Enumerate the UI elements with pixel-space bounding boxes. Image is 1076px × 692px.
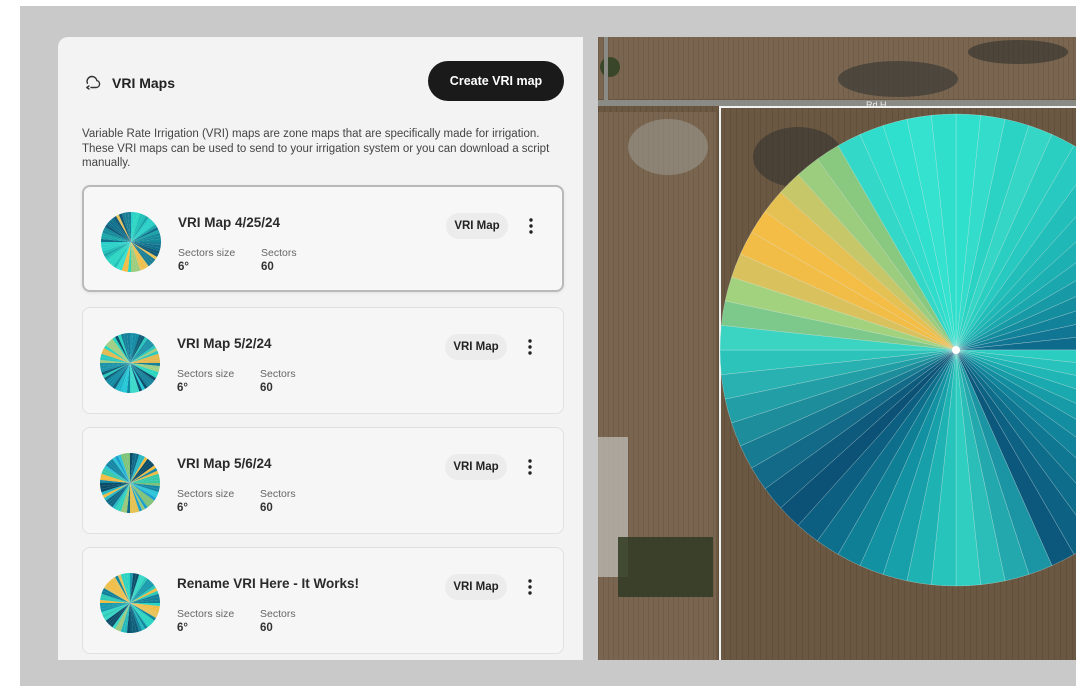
more-vertical-icon[interactable] xyxy=(521,454,539,480)
sectors-label: Sectors xyxy=(261,247,297,259)
map-canvas: Rd H xyxy=(598,37,1076,660)
panel-description: Variable Rate Irrigation (VRI) maps are … xyxy=(82,128,550,169)
pivot-center xyxy=(952,346,960,354)
sectors-size-value: 6° xyxy=(177,502,188,514)
vri-map-thumbnail xyxy=(99,452,161,514)
vri-map-badge: VRI Map xyxy=(445,334,507,360)
sectors-label: Sectors xyxy=(260,368,296,380)
cloud-refresh-icon xyxy=(82,73,102,93)
vri-map-badge: VRI Map xyxy=(446,213,508,239)
sectors-size-value: 6° xyxy=(177,382,188,394)
sectors-size-value: 6° xyxy=(178,261,189,273)
vri-map-thumbnail xyxy=(99,332,161,394)
more-vertical-icon[interactable] xyxy=(521,334,539,360)
sectors-size-label: Sectors size xyxy=(178,247,236,259)
vri-map-card[interactable]: VRI Map 5/2/24 Sectors size 6° Sectors 6… xyxy=(82,307,564,414)
bare-patch xyxy=(628,119,708,175)
vri-map-name: VRI Map 5/6/24 xyxy=(177,456,272,471)
panel-header: VRI Maps xyxy=(82,73,175,93)
sectors-label: Sectors xyxy=(260,488,296,500)
terrain-patch xyxy=(838,61,958,97)
vri-maps-panel: VRI Maps Create VRI map Variable Rate Ir… xyxy=(58,37,583,660)
create-vri-map-button[interactable]: Create VRI map xyxy=(428,61,564,101)
road-label: Rd H xyxy=(866,100,887,110)
tree-cluster xyxy=(618,537,713,597)
more-vertical-icon[interactable] xyxy=(522,213,540,239)
sectors-label: Sectors xyxy=(260,608,296,620)
sectors-size-label: Sectors size xyxy=(177,488,235,500)
terrain-patch xyxy=(968,40,1068,64)
sectors-value: 60 xyxy=(260,382,273,394)
tree xyxy=(600,57,620,77)
sectors-value: 60 xyxy=(260,622,273,634)
vri-map-thumbnail xyxy=(100,211,162,273)
vri-map-name: Rename VRI Here - It Works! xyxy=(177,576,360,591)
more-vertical-icon[interactable] xyxy=(521,574,539,600)
road xyxy=(604,37,608,101)
vri-map-name: VRI Map 4/25/24 xyxy=(178,215,281,230)
road xyxy=(598,100,1076,106)
vri-map-card[interactable]: VRI Map 4/25/24 Sectors size 6° Sectors … xyxy=(82,185,564,292)
vri-map-thumbnail xyxy=(99,572,161,634)
panel-title: VRI Maps xyxy=(112,75,176,91)
sectors-size-label: Sectors size xyxy=(177,368,235,380)
sectors-value: 60 xyxy=(260,502,273,514)
sectors-size-value: 6° xyxy=(177,622,188,634)
vri-map-card[interactable]: Rename VRI Here - It Works! Sectors size… xyxy=(82,547,564,654)
vri-map-card[interactable]: VRI Map 5/6/24 Sectors size 6° Sectors 6… xyxy=(82,427,564,534)
satellite-map[interactable]: Rd H xyxy=(598,37,1076,660)
vri-map-badge: VRI Map xyxy=(445,574,507,600)
sectors-size-label: Sectors size xyxy=(177,608,235,620)
sectors-value: 60 xyxy=(261,261,274,273)
vri-map-badge: VRI Map xyxy=(445,454,507,480)
vri-map-name: VRI Map 5/2/24 xyxy=(177,336,272,351)
